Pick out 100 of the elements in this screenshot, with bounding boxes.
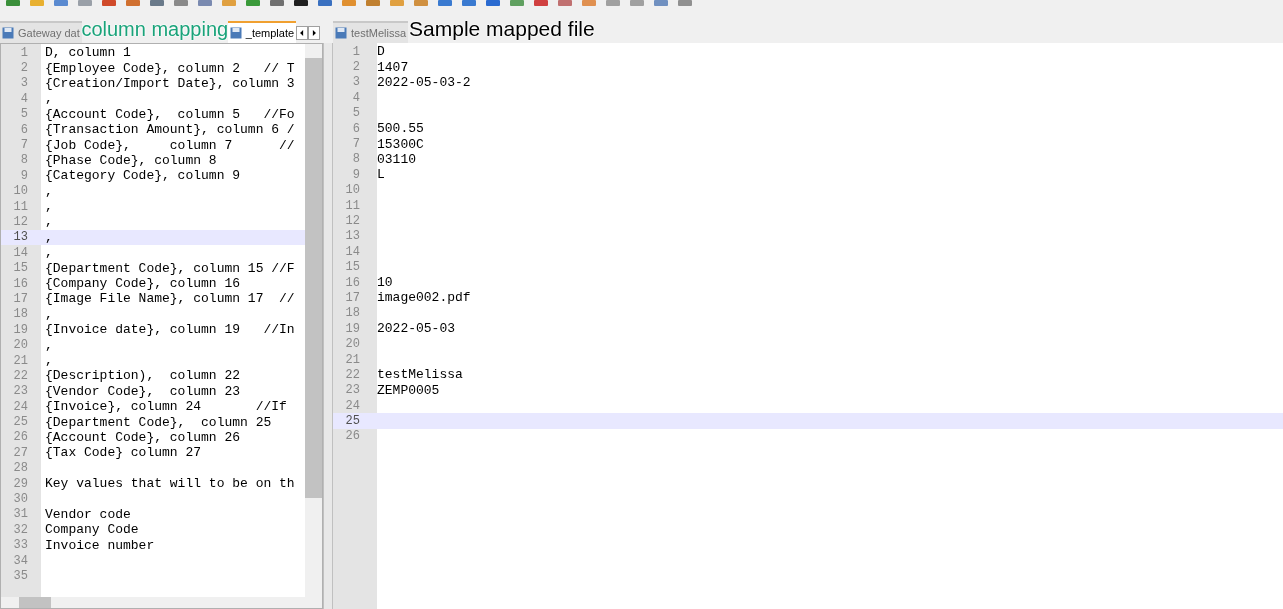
line-number: 24	[344, 399, 360, 412]
line-number: 7	[351, 138, 360, 151]
line-number: 16	[12, 277, 28, 290]
line-number: 33	[12, 539, 28, 552]
code-line: {Account Code}, column 26	[45, 430, 241, 444]
line-number: 35	[12, 569, 28, 582]
line-number: 19	[12, 323, 28, 336]
line-number: 4	[351, 91, 360, 104]
line-number: 9	[19, 169, 28, 182]
line-number: 27	[12, 446, 28, 459]
line-number: 31	[12, 508, 28, 521]
line-number: 26	[12, 431, 28, 444]
line-number: 8	[351, 153, 360, 166]
line-number: 34	[12, 554, 28, 567]
line-number: 8	[19, 154, 28, 167]
code-line: {Company Code}, column 16	[45, 277, 241, 291]
code-line: 2022-05-03-2	[377, 75, 471, 89]
line-number: 4	[19, 92, 28, 105]
line-number: 17	[344, 291, 360, 304]
line-number: 30	[12, 493, 28, 505]
line-number: 6	[351, 122, 360, 135]
code-line: ,	[45, 307, 53, 321]
line-number: 13	[344, 230, 360, 243]
line-number: 2	[19, 62, 28, 75]
line-number: 5	[351, 107, 360, 120]
code-line: testMelissa	[377, 368, 463, 382]
code-line: {Job Code}, column 7 //	[45, 138, 295, 152]
code-line: ,	[45, 230, 53, 244]
line-number: 3	[19, 77, 28, 90]
line-number: 26	[344, 430, 360, 443]
code-line: D	[377, 45, 385, 59]
code-line: {Department Code}, column 25	[45, 415, 272, 429]
line-number: 24	[12, 400, 28, 413]
code-line: ,	[45, 200, 53, 214]
line-number: 12	[344, 215, 360, 227]
line-number: 22	[344, 368, 360, 381]
code-line: ,	[45, 338, 53, 352]
code-line: {Employee Code}, column 2 // T	[45, 61, 295, 75]
line-number: 16	[344, 276, 360, 289]
code-line: 15300C	[377, 137, 424, 151]
code-line: {Invoice}, column 24 //If	[45, 400, 287, 414]
line-number: 32	[12, 523, 28, 536]
line-number: 10	[344, 184, 360, 197]
code-line: ,	[45, 92, 53, 106]
code-line: image002.pdf	[377, 291, 471, 305]
code-line: 10	[377, 276, 393, 290]
line-number: 23	[12, 385, 28, 398]
line-number: 1	[19, 46, 28, 59]
line-number: 25	[12, 416, 28, 429]
code-line: {Description), column 22	[45, 369, 241, 383]
code-line: 2022-05-03	[377, 322, 455, 336]
code-line: {Creation/Import Date}, column 3	[45, 76, 295, 90]
code-line: 1407	[377, 60, 409, 74]
code-line: {Department Code}, column 15 //F	[45, 261, 295, 275]
line-number: 20	[12, 339, 28, 352]
line-number: 13	[12, 231, 28, 244]
line-number: 14	[12, 246, 28, 259]
line-number: 25	[344, 415, 360, 428]
line-number: 7	[19, 139, 28, 152]
code-line: D, column 1	[45, 46, 131, 60]
code-line: ,	[45, 215, 53, 229]
line-number: 5	[19, 108, 28, 121]
code-line: Invoice number	[45, 538, 155, 552]
line-number: 12	[12, 216, 28, 228]
line-number: 20	[344, 338, 360, 351]
line-number: 11	[344, 199, 360, 212]
code-line: 03110	[377, 152, 416, 166]
line-number: 9	[351, 168, 360, 181]
code-line: {Phase Code}, column 8	[45, 153, 217, 167]
code-line: {Image File Name}, column 17 //	[45, 292, 295, 306]
code-line: ,	[45, 246, 53, 260]
code-line: Vendor code	[45, 507, 131, 521]
line-number: 2	[351, 61, 360, 74]
file-tab[interactable]: testMelissa	[333, 21, 409, 43]
line-number: 11	[12, 200, 28, 213]
file-tab[interactable]: _template	[227, 21, 297, 43]
code-line: ZEMP0005	[377, 383, 440, 397]
code-line: 500.55	[377, 122, 424, 136]
annotation-label: Sample mapped file	[409, 18, 595, 39]
code-line: ,	[45, 354, 53, 367]
annotation-label: column mapping	[81, 18, 229, 39]
line-number: 15	[344, 261, 360, 274]
line-number: 1	[351, 45, 360, 58]
code-line: L	[377, 168, 385, 182]
line-number: 29	[12, 477, 28, 490]
line-number: 6	[19, 123, 28, 136]
code-line: {Transaction Amount}, column 6 /	[45, 123, 295, 137]
file-tab[interactable]: Gateway dat	[0, 21, 82, 43]
line-number: 3	[351, 76, 360, 89]
line-number: 17	[12, 292, 28, 305]
line-number: 19	[344, 322, 360, 335]
line-number: 22	[12, 369, 28, 382]
line-number: 10	[12, 185, 28, 198]
line-number: 23	[344, 384, 360, 397]
line-number: 21	[344, 353, 360, 366]
line-number: 18	[344, 307, 360, 320]
code-line: {Vendor Code}, column 23	[45, 384, 241, 398]
line-number: 14	[344, 245, 360, 258]
code-line: {Account Code}, column 5 //Fo	[45, 107, 295, 121]
code-line: Key values that will to be on th	[45, 477, 295, 491]
